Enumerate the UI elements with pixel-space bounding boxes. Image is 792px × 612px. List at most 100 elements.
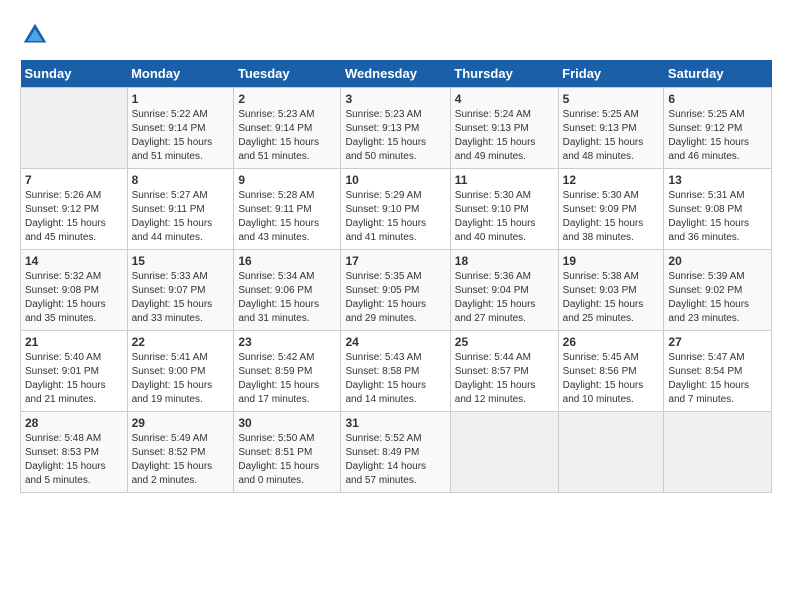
- day-info: Sunrise: 5:31 AMSunset: 9:08 PMDaylight:…: [668, 189, 767, 245]
- day-info: Sunrise: 5:26 AMSunset: 9:12 PMDaylight:…: [25, 189, 123, 245]
- calendar-table: SundayMondayTuesdayWednesdayThursdayFrid…: [20, 60, 772, 493]
- day-info: Sunrise: 5:52 AMSunset: 8:49 PMDaylight:…: [345, 432, 445, 488]
- day-number: 10: [345, 173, 445, 187]
- calendar-cell: 30 Sunrise: 5:50 AMSunset: 8:51 PMDayligh…: [234, 412, 341, 493]
- calendar-cell: 25Sunrise: 5:44 AMSunset: 8:57 PMDayligh…: [450, 331, 558, 412]
- day-number: 26: [563, 335, 660, 349]
- day-info: Sunrise: 5:45 AMSunset: 8:56 PMDaylight:…: [563, 351, 660, 407]
- calendar-cell: [664, 412, 772, 493]
- calendar-cell: 19 Sunrise: 5:38 AMSunset: 9:03 PMDayligh…: [558, 250, 664, 331]
- calendar-cell: 11 Sunrise: 5:30 AMSunset: 9:10 PMDayligh…: [450, 169, 558, 250]
- day-info: Sunrise: 5:34 AMSunset: 9:06 PMDaylight:…: [238, 270, 336, 326]
- day-info: Sunrise: 5:30 AMSunset: 9:09 PMDaylight:…: [563, 189, 660, 245]
- day-number: 30: [238, 416, 336, 430]
- day-number: 21: [25, 335, 123, 349]
- day-number: 5: [563, 92, 660, 106]
- calendar-header-saturday: Saturday: [664, 60, 772, 88]
- day-info: Sunrise: 5:23 AMSunset: 9:14 PMDaylight:…: [238, 108, 336, 164]
- day-number: 25: [455, 335, 554, 349]
- day-number: 19: [563, 254, 660, 268]
- calendar-cell: 1 Sunrise: 5:22 AMSunset: 9:14 PMDaylight…: [127, 88, 234, 169]
- day-number: 16: [238, 254, 336, 268]
- day-info: Sunrise: 5:42 AMSunset: 8:59 PMDaylight:…: [238, 351, 336, 407]
- day-info: Sunrise: 5:22 AMSunset: 9:14 PMDaylight:…: [132, 108, 230, 164]
- calendar-cell: 26 Sunrise: 5:45 AMSunset: 8:56 PMDayligh…: [558, 331, 664, 412]
- day-number: 28: [25, 416, 123, 430]
- day-info: Sunrise: 5:36 AMSunset: 9:04 PMDaylight:…: [455, 270, 554, 326]
- day-number: 15: [132, 254, 230, 268]
- day-info: Sunrise: 5:50 AMSunset: 8:51 PMDaylight:…: [238, 432, 336, 488]
- calendar-cell: 2Sunrise: 5:23 AMSunset: 9:14 PMDaylight…: [234, 88, 341, 169]
- day-info: Sunrise: 5:25 AMSunset: 9:13 PMDaylight:…: [563, 108, 660, 164]
- calendar-cell: 29 Sunrise: 5:49 AMSunset: 8:52 PMDayligh…: [127, 412, 234, 493]
- day-info: Sunrise: 5:33 AMSunset: 9:07 PMDaylight:…: [132, 270, 230, 326]
- day-info: Sunrise: 5:39 AMSunset: 9:02 PMDaylight:…: [668, 270, 767, 326]
- day-info: Sunrise: 5:40 AMSunset: 9:01 PMDaylight:…: [25, 351, 123, 407]
- day-info: Sunrise: 5:48 AMSunset: 8:53 PMDaylight:…: [25, 432, 123, 488]
- day-number: 3: [345, 92, 445, 106]
- calendar-cell: 16 Sunrise: 5:34 AMSunset: 9:06 PMDayligh…: [234, 250, 341, 331]
- day-info: Sunrise: 5:32 AMSunset: 9:08 PMDaylight:…: [25, 270, 123, 326]
- calendar-week-2: 7 Sunrise: 5:26 AMSunset: 9:12 PMDaylight…: [21, 169, 772, 250]
- calendar-header-monday: Monday: [127, 60, 234, 88]
- day-info: Sunrise: 5:24 AMSunset: 9:13 PMDaylight:…: [455, 108, 554, 164]
- day-info: Sunrise: 5:49 AMSunset: 8:52 PMDaylight:…: [132, 432, 230, 488]
- calendar-header-wednesday: Wednesday: [341, 60, 450, 88]
- day-info: Sunrise: 5:23 AMSunset: 9:13 PMDaylight:…: [345, 108, 445, 164]
- calendar-week-5: 28 Sunrise: 5:48 AMSunset: 8:53 PMDayligh…: [21, 412, 772, 493]
- calendar-cell: 13 Sunrise: 5:31 AMSunset: 9:08 PMDayligh…: [664, 169, 772, 250]
- calendar-header-friday: Friday: [558, 60, 664, 88]
- calendar-cell: 18Sunrise: 5:36 AMSunset: 9:04 PMDayligh…: [450, 250, 558, 331]
- day-number: 17: [345, 254, 445, 268]
- calendar-cell: 8Sunrise: 5:27 AMSunset: 9:11 PMDaylight…: [127, 169, 234, 250]
- calendar-week-4: 21 Sunrise: 5:40 AMSunset: 9:01 PMDayligh…: [21, 331, 772, 412]
- day-info: Sunrise: 5:38 AMSunset: 9:03 PMDaylight:…: [563, 270, 660, 326]
- day-number: 14: [25, 254, 123, 268]
- calendar-cell: 9Sunrise: 5:28 AMSunset: 9:11 PMDaylight…: [234, 169, 341, 250]
- calendar-header-thursday: Thursday: [450, 60, 558, 88]
- calendar-cell: 27Sunrise: 5:47 AMSunset: 8:54 PMDayligh…: [664, 331, 772, 412]
- calendar-cell: 28 Sunrise: 5:48 AMSunset: 8:53 PMDayligh…: [21, 412, 128, 493]
- calendar-cell: [558, 412, 664, 493]
- day-number: 23: [238, 335, 336, 349]
- day-info: Sunrise: 5:30 AMSunset: 9:10 PMDaylight:…: [455, 189, 554, 245]
- calendar-header-sunday: Sunday: [21, 60, 128, 88]
- calendar-cell: 7 Sunrise: 5:26 AMSunset: 9:12 PMDaylight…: [21, 169, 128, 250]
- day-number: 13: [668, 173, 767, 187]
- day-number: 9: [238, 173, 336, 187]
- day-number: 22: [132, 335, 230, 349]
- calendar-body: 1 Sunrise: 5:22 AMSunset: 9:14 PMDaylight…: [21, 88, 772, 493]
- calendar-cell: 15 Sunrise: 5:33 AMSunset: 9:07 PMDayligh…: [127, 250, 234, 331]
- calendar-cell: 4 Sunrise: 5:24 AMSunset: 9:13 PMDaylight…: [450, 88, 558, 169]
- calendar-header-row: SundayMondayTuesdayWednesdayThursdayFrid…: [21, 60, 772, 88]
- calendar-cell: 6 Sunrise: 5:25 AMSunset: 9:12 PMDaylight…: [664, 88, 772, 169]
- day-number: 29: [132, 416, 230, 430]
- day-number: 11: [455, 173, 554, 187]
- calendar-cell: 3 Sunrise: 5:23 AMSunset: 9:13 PMDaylight…: [341, 88, 450, 169]
- day-number: 7: [25, 173, 123, 187]
- page-header: [20, 20, 772, 50]
- day-info: Sunrise: 5:29 AMSunset: 9:10 PMDaylight:…: [345, 189, 445, 245]
- calendar-cell: 24Sunrise: 5:43 AMSunset: 8:58 PMDayligh…: [341, 331, 450, 412]
- day-info: Sunrise: 5:47 AMSunset: 8:54 PMDaylight:…: [668, 351, 767, 407]
- calendar-cell: 21 Sunrise: 5:40 AMSunset: 9:01 PMDayligh…: [21, 331, 128, 412]
- calendar-cell: 12 Sunrise: 5:30 AMSunset: 9:09 PMDayligh…: [558, 169, 664, 250]
- calendar-header-tuesday: Tuesday: [234, 60, 341, 88]
- day-number: 4: [455, 92, 554, 106]
- calendar-cell: 10 Sunrise: 5:29 AMSunset: 9:10 PMDayligh…: [341, 169, 450, 250]
- calendar-cell: 17 Sunrise: 5:35 AMSunset: 9:05 PMDayligh…: [341, 250, 450, 331]
- calendar-week-1: 1 Sunrise: 5:22 AMSunset: 9:14 PMDaylight…: [21, 88, 772, 169]
- calendar-cell: 14 Sunrise: 5:32 AMSunset: 9:08 PMDayligh…: [21, 250, 128, 331]
- day-info: Sunrise: 5:43 AMSunset: 8:58 PMDaylight:…: [345, 351, 445, 407]
- day-number: 6: [668, 92, 767, 106]
- day-number: 8: [132, 173, 230, 187]
- day-number: 1: [132, 92, 230, 106]
- day-info: Sunrise: 5:41 AMSunset: 9:00 PMDaylight:…: [132, 351, 230, 407]
- day-info: Sunrise: 5:35 AMSunset: 9:05 PMDaylight:…: [345, 270, 445, 326]
- day-number: 12: [563, 173, 660, 187]
- day-number: 20: [668, 254, 767, 268]
- calendar-cell: 5 Sunrise: 5:25 AMSunset: 9:13 PMDaylight…: [558, 88, 664, 169]
- calendar-week-3: 14 Sunrise: 5:32 AMSunset: 9:08 PMDayligh…: [21, 250, 772, 331]
- day-info: Sunrise: 5:25 AMSunset: 9:12 PMDaylight:…: [668, 108, 767, 164]
- calendar-cell: 22 Sunrise: 5:41 AMSunset: 9:00 PMDayligh…: [127, 331, 234, 412]
